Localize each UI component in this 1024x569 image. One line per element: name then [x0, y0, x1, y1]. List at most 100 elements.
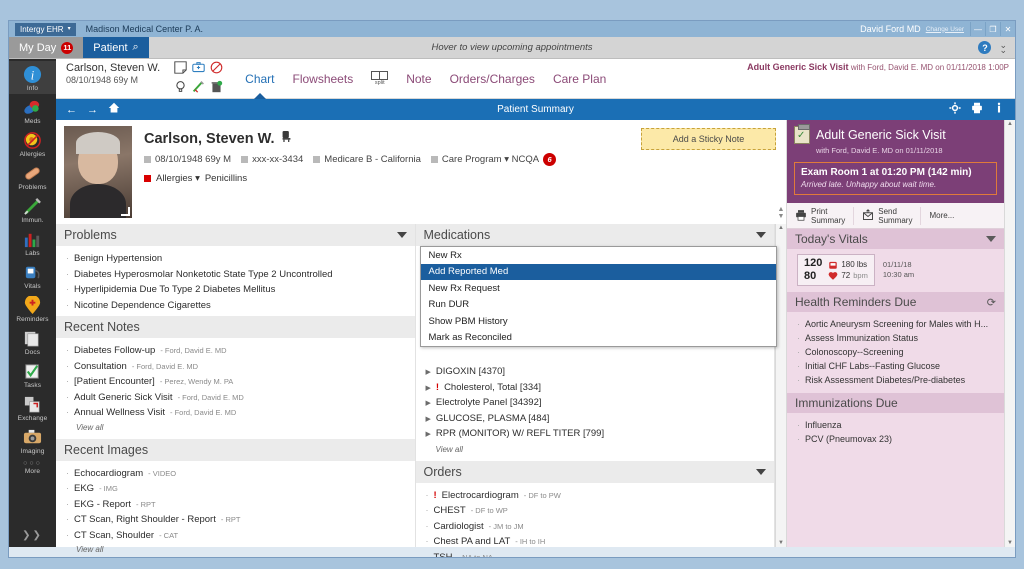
scroll-down-arrow[interactable]: ▼	[778, 540, 784, 546]
minimize-button[interactable]: —	[970, 22, 985, 36]
add-sticky-note-button[interactable]: Add a Sticky Note	[641, 128, 776, 150]
list-item[interactable]: · Benign Hypertension	[66, 251, 407, 267]
list-item[interactable]: · Colonoscopy--Screening	[797, 345, 996, 359]
chevron-right-icon[interactable]: ▶	[426, 428, 431, 443]
list-item[interactable]: ·! Electrocardiogram - DF to PW	[426, 488, 767, 504]
scroll-up-arrow[interactable]: ▲	[778, 225, 784, 231]
sidebar-item-labs[interactable]: Labs	[9, 226, 56, 259]
chevron-down-icon[interactable]	[756, 468, 766, 475]
tab-my-day[interactable]: My Day 11	[9, 37, 84, 58]
chevron-right-icon[interactable]: ▶	[426, 397, 431, 412]
vitals-box[interactable]: 120 80 180 lbs 72 bpm	[797, 254, 875, 286]
tab-chart[interactable]: Chart	[245, 72, 274, 86]
help-icon[interactable]: ?	[978, 41, 992, 54]
sidebar-item-tasks[interactable]: Tasks	[9, 358, 56, 391]
orders-panel-header[interactable]: Orders	[415, 460, 774, 483]
list-item[interactable]: · Adult Generic Sick Visit - Ford, David E…	[66, 390, 407, 406]
todays-vitals-header[interactable]: Today's Vitals	[787, 229, 1004, 249]
list-item[interactable]: · CT Scan, Shoulder - CAT	[66, 528, 407, 544]
search-icon[interactable]: ⌕	[133, 41, 139, 54]
maximize-button[interactable]: ❐	[985, 22, 1000, 36]
list-item[interactable]: · Diabetes Hyperosmolar Nonketotic State …	[66, 267, 407, 283]
menu-item-add-reported-med[interactable]: Add Reported Med	[420, 263, 776, 280]
sidebar-item-reminders[interactable]: Reminders	[9, 292, 56, 325]
print-summary-button[interactable]: Print Summary	[787, 206, 855, 225]
menu-item-run-dur[interactable]: Run DUR	[421, 297, 776, 314]
forward-button[interactable]: →	[87, 104, 98, 116]
info-icon[interactable]	[993, 101, 1005, 119]
sidebar-item-docs[interactable]: Docs	[9, 325, 56, 358]
syringe-green-icon[interactable]	[192, 80, 205, 98]
lightbulb-icon[interactable]	[174, 80, 187, 98]
tab-note[interactable]: Note	[406, 72, 431, 86]
chevron-down-icon[interactable]	[396, 232, 407, 238]
banner-scroll-arrows[interactable]: ▲ ▼	[776, 206, 786, 220]
tab-flowsheets[interactable]: Flowsheets	[293, 72, 354, 86]
list-item[interactable]: · CT Scan, Right Shoulder - Report - RPT	[66, 512, 407, 528]
chevron-down-icon[interactable]	[986, 236, 996, 242]
list-item[interactable]: ▶ RPR (MONITOR) W/ REFL TITER [799]	[426, 427, 767, 443]
list-item[interactable]: · Consultation - Ford, David E. MD	[66, 359, 407, 375]
list-item[interactable]: · [Patient Encounter] - Perez, Wendy M. PA	[66, 374, 407, 390]
banner-scroll-down[interactable]: ▼	[778, 213, 785, 220]
list-item[interactable]: · PCV (Pneumovax 23)	[797, 432, 996, 446]
list-item[interactable]: · EKG - IMG	[66, 481, 407, 497]
tab-patient[interactable]: Patient ⌕	[83, 37, 149, 58]
chevron-right-icon[interactable]: ▶	[426, 382, 431, 397]
refresh-icon[interactable]: ⟳	[987, 296, 996, 309]
list-item[interactable]: · Nicotine Dependence Cigarettes	[66, 298, 407, 314]
sidebar-item-allergies[interactable]: Allergies	[9, 127, 56, 160]
home-icon[interactable]	[108, 102, 120, 117]
banner-allergies-row[interactable]: Allergies ▾ Penicillins	[144, 173, 562, 184]
menu-item-mark-as-reconciled[interactable]: Mark as Reconciled	[421, 330, 776, 347]
sidebar-item-problems[interactable]: Problems	[9, 160, 56, 193]
chevron-down-icon[interactable]	[756, 232, 766, 238]
list-item[interactable]: ▶ GLUCOSE, PLASMA [484]	[426, 412, 767, 428]
tab-care-plan[interactable]: Care Plan	[553, 72, 606, 86]
avatar-expand-corner[interactable]	[121, 207, 130, 216]
print-icon[interactable]	[971, 101, 983, 119]
menu-item-show-pbm-history[interactable]: Show PBM History	[421, 313, 776, 330]
meta-care-program[interactable]: Care Program ▾ NCQA 6	[430, 153, 557, 166]
problems-panel-header[interactable]: Problems	[56, 224, 415, 246]
scroll-down-arrow[interactable]: ▼	[1007, 540, 1013, 546]
sidebar-item-meds[interactable]: Meds	[9, 94, 56, 127]
back-button[interactable]: ←	[66, 104, 77, 116]
send-summary-button[interactable]: Send Summary	[854, 206, 922, 225]
sidebar-item-more[interactable]: ○○○ More	[9, 457, 56, 477]
list-item[interactable]: · Risk Assessment Diabetes/Pre-diabetes	[797, 373, 996, 387]
list-item[interactable]: · Cardiologist - JM to JM	[426, 519, 767, 535]
labs-view-all[interactable]: View all	[436, 445, 767, 454]
split-view-icon[interactable]: split	[371, 71, 389, 86]
list-item[interactable]: · Initial CHF Labs--Fasting Glucose	[797, 359, 996, 373]
close-button[interactable]: ✕	[1000, 22, 1015, 36]
list-item[interactable]: · Chest PA and LAT - IH to IH	[426, 534, 767, 550]
sidebar-item-immunizations[interactable]: Immun.	[9, 193, 56, 226]
list-item[interactable]: ▶ Electrolyte Panel [34392]	[426, 396, 767, 412]
tab-orders-charges[interactable]: Orders/Charges	[450, 72, 535, 86]
recent-notes-panel-header[interactable]: Recent Notes	[56, 316, 415, 338]
banner-scroll-up[interactable]: ▲	[778, 206, 785, 213]
health-reminders-header[interactable]: Health Reminders Due ⟳	[787, 292, 1004, 312]
trash-icon[interactable]	[210, 80, 223, 98]
more-actions-button[interactable]: More...	[921, 207, 962, 225]
no-entry-icon[interactable]	[210, 61, 223, 79]
medications-panel-header[interactable]: Medications	[415, 224, 774, 246]
recent-images-view-all[interactable]: View all	[76, 545, 407, 554]
list-item[interactable]: · EKG - Report - RPT	[66, 497, 407, 513]
list-item[interactable]: · Annual Wellness Visit - Ford, David E. M…	[66, 405, 407, 421]
immunizations-due-header[interactable]: Immunizations Due	[787, 393, 1004, 413]
change-user-link[interactable]: Change User	[926, 26, 964, 33]
center-scrollbar[interactable]: ▲ ▼	[775, 224, 786, 547]
gear-icon[interactable]	[949, 101, 961, 119]
sidebar-item-info[interactable]: i Info	[9, 61, 56, 94]
list-item[interactable]: · CHEST - DF to WP	[426, 503, 767, 519]
list-item[interactable]: ▶ DIGOXIN [4370]	[426, 365, 767, 381]
list-item[interactable]: · Assess Immunization Status	[797, 331, 996, 345]
list-item[interactable]: · Diabetes Follow-up - Ford, David E. MD	[66, 343, 407, 359]
list-item[interactable]: · Echocardiogram - VIDEO	[66, 466, 407, 482]
note-icon[interactable]	[174, 61, 187, 79]
menu-item-new-rx[interactable]: New Rx	[421, 247, 776, 264]
right-panel-scrollbar[interactable]: ▲ ▼	[1004, 120, 1015, 547]
recent-notes-view-all[interactable]: View all	[76, 423, 407, 432]
